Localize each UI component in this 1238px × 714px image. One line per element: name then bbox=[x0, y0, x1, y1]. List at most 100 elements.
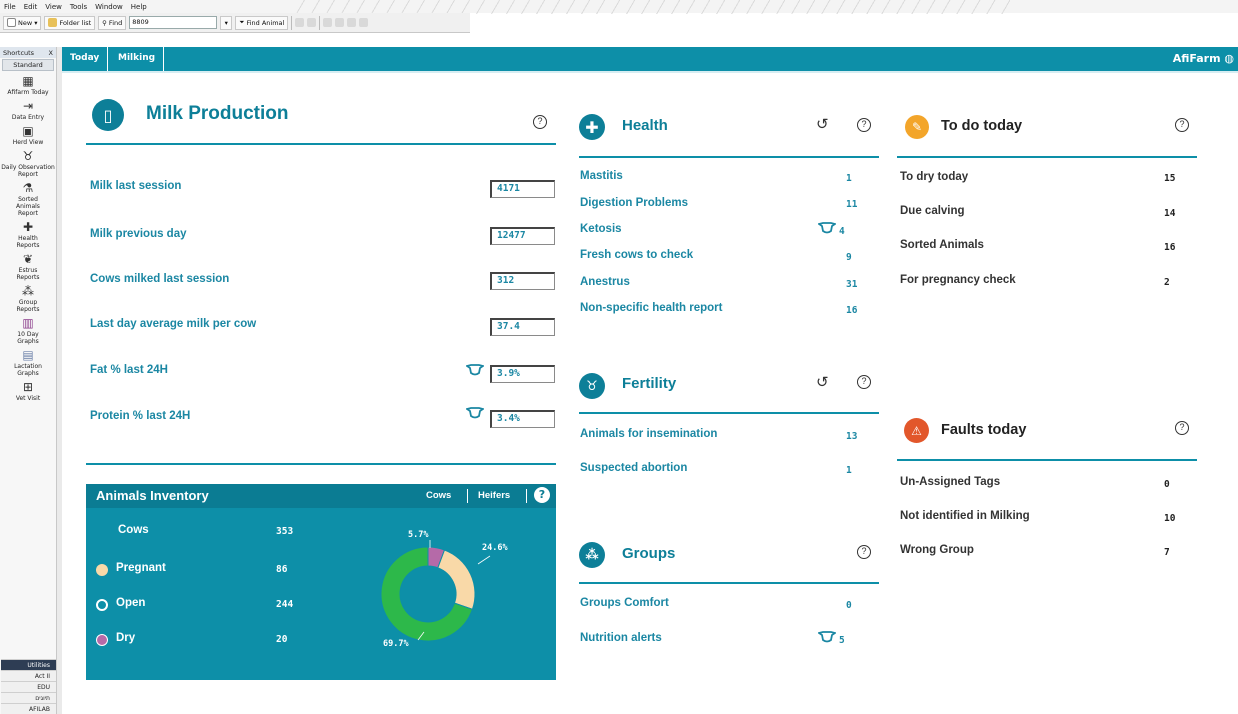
health-row-value: 1 bbox=[846, 173, 852, 184]
cow-alert-icon[interactable] bbox=[818, 631, 836, 643]
health-row-label: Digestion Problems bbox=[580, 197, 688, 209]
milk-row-label: Last day average milk per cow bbox=[90, 318, 257, 330]
sidebar-group-afilab[interactable]: AFILAB bbox=[1, 703, 56, 714]
sidebar-item-label: Sorted Animals Report bbox=[16, 196, 40, 217]
sidebar-item-10-day-graphs[interactable]: ▥ 10 Day Graphs bbox=[0, 316, 56, 346]
sidebar-group-hebrew[interactable]: תיוגים bbox=[1, 692, 56, 703]
find-button[interactable]: ⚲ Find bbox=[98, 15, 127, 30]
sidebar-item-vet-visit[interactable]: ⊞ Vet Visit bbox=[0, 379, 56, 403]
todo-row-label: For pregnancy check bbox=[900, 274, 1016, 286]
inventory-tab-heifers[interactable]: Heifers bbox=[478, 490, 510, 501]
data-entry-icon: ⇥ bbox=[22, 98, 34, 113]
tool-icon[interactable] bbox=[323, 18, 333, 27]
menu-help[interactable]: Help bbox=[131, 3, 147, 11]
menu-tools[interactable]: Tools bbox=[70, 3, 87, 11]
todo-row-label: Due calving bbox=[900, 205, 965, 217]
find-animal-button[interactable]: ⏷ Find Animal bbox=[235, 15, 289, 30]
sidebar-group-act[interactable]: Act II bbox=[1, 670, 56, 681]
inventory-title: Animals Inventory bbox=[96, 488, 209, 503]
milk-row-label: Cows milked last session bbox=[90, 273, 230, 285]
dry-percent-label: 5.7% bbox=[408, 530, 429, 540]
faults-help-icon[interactable]: ? bbox=[1175, 421, 1189, 435]
sidebar-item-label: Vet Visit bbox=[15, 395, 41, 402]
folder-list-button[interactable]: Folder list bbox=[44, 15, 96, 30]
fertility-row-label: Suspected abortion bbox=[580, 462, 688, 474]
sidebar-item-lactation-graphs[interactable]: ▤ Lactation Graphs bbox=[0, 347, 56, 378]
cow-alert-icon[interactable] bbox=[466, 407, 484, 419]
close-icon[interactable]: X bbox=[49, 49, 53, 57]
tool-icon[interactable] bbox=[359, 18, 369, 27]
binoculars-icon: ⚲ bbox=[102, 18, 107, 27]
fat-value: 3.9% bbox=[490, 365, 555, 383]
inventory-tab-cows[interactable]: Cows bbox=[426, 490, 451, 501]
sidebar-item-label: Estrus Reports bbox=[16, 267, 40, 281]
lactation-graph-icon: ▤ bbox=[22, 347, 34, 362]
font-larger-icon[interactable] bbox=[307, 18, 317, 27]
folder-icon bbox=[48, 18, 58, 27]
health-refresh-icon[interactable]: ↺ bbox=[816, 117, 829, 132]
inventory-row-label: Pregnant bbox=[116, 562, 166, 574]
sidebar-item-label: Health Reports bbox=[16, 235, 40, 249]
groups-title: Groups bbox=[622, 545, 676, 562]
inventory-row-value: 20 bbox=[276, 634, 288, 645]
menu-edit[interactable]: Edit bbox=[24, 3, 38, 11]
cow-alert-icon[interactable] bbox=[818, 222, 836, 234]
medical-bag-icon: ⊞ bbox=[22, 379, 34, 394]
milk-help-icon[interactable]: ? bbox=[533, 115, 547, 129]
sidebar-item-health-reports[interactable]: ✚ Health Reports bbox=[0, 219, 56, 250]
shortcuts-title: Shortcuts bbox=[3, 48, 35, 57]
tab-milking[interactable]: Milking bbox=[110, 47, 165, 71]
todo-title: To do today bbox=[941, 118, 1023, 134]
divider bbox=[897, 459, 1197, 461]
groups-help-icon[interactable]: ? bbox=[857, 545, 871, 559]
find-input[interactable]: 8809 bbox=[129, 16, 218, 29]
pregnant-legend-dot bbox=[96, 564, 108, 576]
afifarm-logo: AfiFarm ◍ bbox=[1173, 52, 1234, 65]
font-smaller-icon[interactable] bbox=[295, 18, 305, 27]
sidebar-item-group-reports[interactable]: ⁂ Group Reports bbox=[0, 284, 56, 314]
fertility-refresh-icon[interactable]: ↺ bbox=[816, 375, 829, 390]
health-cross-icon: ✚ bbox=[579, 114, 605, 140]
sidebar-item-afifarm-today[interactable]: ▦ Afifarm Today bbox=[0, 74, 56, 97]
health-row-value: 11 bbox=[846, 199, 858, 210]
find-dropdown-button[interactable]: ▾ bbox=[220, 15, 233, 30]
tool-icon[interactable] bbox=[347, 18, 357, 27]
tool-icon[interactable] bbox=[335, 18, 345, 27]
find-animal-label: Find Animal bbox=[246, 18, 285, 27]
menu-window[interactable]: Window bbox=[95, 3, 123, 11]
inventory-help-icon[interactable]: ? bbox=[534, 487, 550, 503]
health-row-value: 4 bbox=[839, 226, 845, 237]
tab-today[interactable]: Today bbox=[62, 47, 109, 71]
new-button[interactable]: New ▾ bbox=[3, 15, 42, 30]
title-decoration bbox=[290, 0, 1010, 14]
health-icon: ✚ bbox=[22, 219, 34, 234]
health-title: Health bbox=[622, 117, 668, 134]
sidebar-group-utilities[interactable]: Utilities bbox=[1, 659, 56, 670]
sidebar-item-data-entry[interactable]: ⇥ Data Entry bbox=[0, 98, 56, 122]
menu-file[interactable]: File bbox=[4, 3, 16, 11]
inventory-header: Animals Inventory Cows Heifers ? bbox=[86, 484, 556, 508]
sort-icon: ⚗ bbox=[22, 180, 34, 195]
protein-value: 3.4% bbox=[490, 410, 555, 428]
sidebar-item-estrus-reports[interactable]: ❦ Estrus Reports bbox=[0, 252, 56, 282]
sidebar-group-edu[interactable]: EDU bbox=[1, 681, 56, 692]
fertility-help-icon[interactable]: ? bbox=[857, 375, 871, 389]
todo-help-icon[interactable]: ? bbox=[1175, 118, 1189, 132]
todo-row-label: To dry today bbox=[900, 171, 969, 183]
cow-alert-icon[interactable] bbox=[466, 364, 484, 376]
sidebar-splitter[interactable] bbox=[57, 47, 62, 714]
inventory-row-value: 244 bbox=[276, 599, 294, 610]
inventory-row-label: Open bbox=[116, 597, 146, 609]
menu-view[interactable]: View bbox=[45, 3, 62, 11]
milk-row-label: Protein % last 24H bbox=[90, 410, 191, 422]
sidebar-item-label: Data Entry bbox=[11, 114, 45, 121]
sidebar-item-sorted-animals[interactable]: ⚗ Sorted Animals Report bbox=[0, 180, 56, 218]
standard-group[interactable]: Standard bbox=[2, 59, 54, 71]
health-help-icon[interactable]: ? bbox=[857, 118, 871, 132]
chevron-down-icon: ▾ bbox=[224, 18, 228, 27]
sidebar-item-herd-view[interactable]: ▣ Herd View bbox=[0, 124, 56, 147]
dry-legend-dot bbox=[96, 634, 108, 646]
inventory-row-label: Dry bbox=[116, 632, 136, 644]
todo-row-label: Sorted Animals bbox=[900, 239, 984, 251]
sidebar-item-daily-observation[interactable]: ♉ Daily Observation Report bbox=[0, 149, 56, 179]
